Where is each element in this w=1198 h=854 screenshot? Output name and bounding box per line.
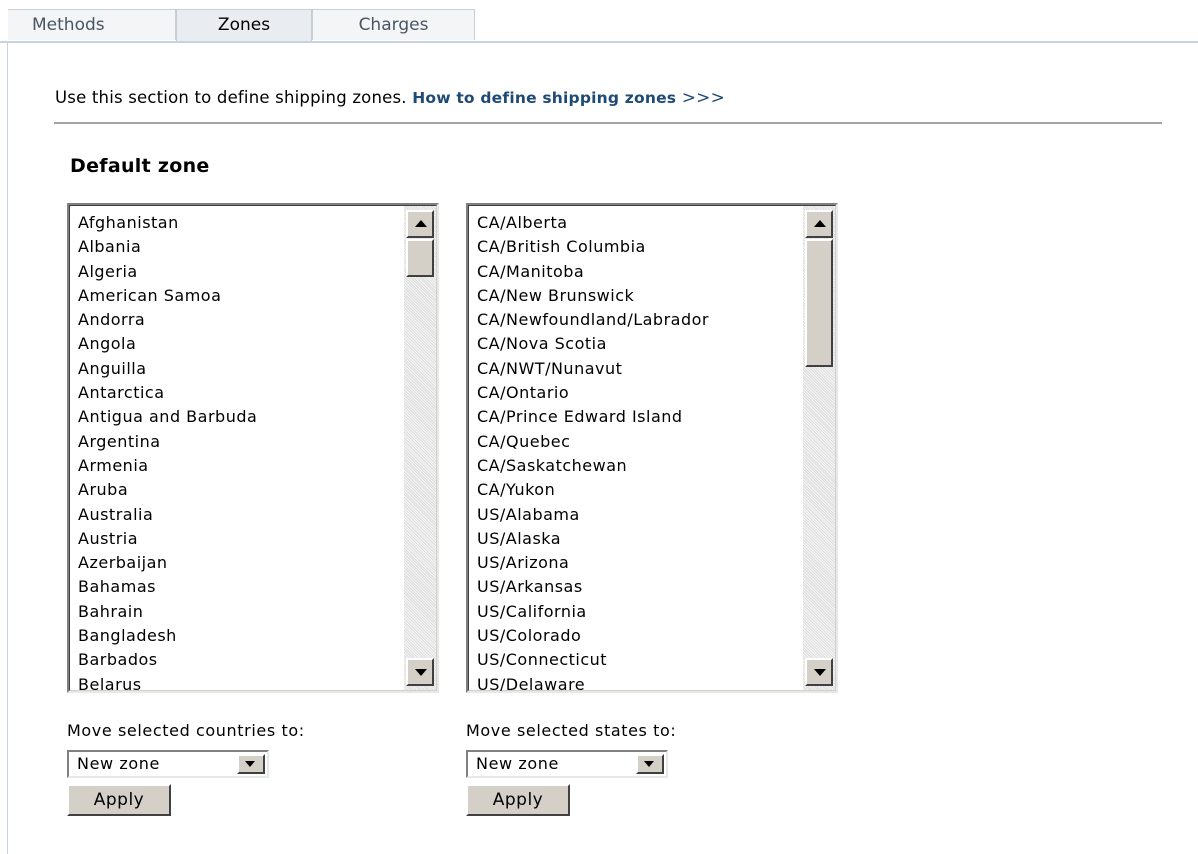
list-item[interactable]: Bahamas	[70, 575, 402, 599]
intro-description: Use this section to define shipping zone…	[55, 88, 407, 107]
states-listbox-frame: CA/Alberta CA/British Columbia CA/Manitoba…	[468, 205, 836, 691]
dropdown-button[interactable]	[636, 754, 664, 774]
countries-zone-select-value: New zone	[77, 754, 160, 773]
list-item[interactable]: American Samoa	[70, 284, 402, 308]
arrow-down-icon	[814, 669, 826, 676]
list-item[interactable]: Bahrain	[70, 600, 402, 624]
list-item[interactable]: CA/Yukon	[469, 478, 801, 502]
chevron-down-icon	[245, 761, 255, 767]
list-item[interactable]: Azerbaijan	[70, 551, 402, 575]
list-item[interactable]: CA/Saskatchewan	[469, 454, 801, 478]
states-zone-select-value: New zone	[476, 754, 559, 773]
zone-title: Default zone	[70, 155, 210, 177]
list-item[interactable]: Andorra	[70, 308, 402, 332]
list-item[interactable]: US/Colorado	[469, 624, 801, 648]
list-item[interactable]: Belarus	[70, 673, 402, 691]
list-item[interactable]: CA/Nova Scotia	[469, 332, 801, 356]
scroll-down-button[interactable]	[406, 658, 434, 686]
scroll-thumb[interactable]	[805, 239, 833, 367]
scroll-up-button[interactable]	[406, 210, 434, 238]
states-listbox[interactable]: CA/Alberta CA/British Columbia CA/Manitoba…	[466, 203, 838, 693]
list-item[interactable]: US/Arkansas	[469, 575, 801, 599]
arrow-up-icon	[415, 220, 427, 227]
list-item[interactable]: Australia	[70, 503, 402, 527]
scroll-up-button[interactable]	[805, 210, 833, 238]
apply-countries-button[interactable]: Apply	[67, 784, 171, 816]
arrow-up-icon	[814, 220, 826, 227]
list-item[interactable]: Antarctica	[70, 381, 402, 405]
section-divider	[54, 122, 1162, 124]
states-scrollbar[interactable]	[803, 206, 835, 690]
tabs-divider	[0, 41, 1198, 43]
list-item[interactable]: Armenia	[70, 454, 402, 478]
scroll-down-button[interactable]	[805, 658, 833, 686]
intro-text: Use this section to define shipping zone…	[55, 88, 725, 108]
list-item[interactable]: US/Delaware	[469, 673, 801, 691]
states-zone-select[interactable]: New zone	[466, 750, 668, 778]
move-states-label: Move selected states to:	[466, 721, 677, 740]
dropdown-button[interactable]	[237, 754, 265, 774]
list-item[interactable]: US/Arizona	[469, 551, 801, 575]
countries-scrollbar[interactable]	[404, 206, 436, 690]
list-item[interactable]: Austria	[70, 527, 402, 551]
list-item[interactable]: US/Alabama	[469, 503, 801, 527]
tab-charges[interactable]: Charges	[312, 9, 475, 40]
countries-listbox[interactable]: Afghanistan Albania Algeria American Samoa A…	[67, 203, 439, 693]
list-item[interactable]: Bangladesh	[70, 624, 402, 648]
list-item[interactable]: CA/NWT/Nunavut	[469, 357, 801, 381]
list-item[interactable]: Algeria	[70, 260, 402, 284]
list-item[interactable]: CA/Manitoba	[469, 260, 801, 284]
arrow-down-icon	[415, 669, 427, 676]
chevron-down-icon	[644, 761, 654, 767]
help-link-arrows[interactable]: >>>	[682, 88, 725, 108]
list-item[interactable]: Antigua and Barbuda	[70, 405, 402, 429]
help-link[interactable]: How to define shipping zones	[412, 89, 676, 107]
countries-listbox-frame: Afghanistan Albania Algeria American Samoa A…	[69, 205, 437, 691]
list-item[interactable]: Afghanistan	[70, 211, 402, 235]
panel-left-border	[7, 42, 8, 854]
list-item[interactable]: US/California	[469, 600, 801, 624]
list-item[interactable]: CA/New Brunswick	[469, 284, 801, 308]
list-item[interactable]: Albania	[70, 235, 402, 259]
list-item[interactable]: Angola	[70, 332, 402, 356]
list-item[interactable]: CA/Ontario	[469, 381, 801, 405]
scroll-thumb[interactable]	[406, 239, 434, 277]
states-list[interactable]: CA/Alberta CA/British Columbia CA/Manitoba…	[469, 211, 801, 691]
countries-list[interactable]: Afghanistan Albania Algeria American Samoa A…	[70, 211, 402, 691]
countries-zone-select[interactable]: New zone	[67, 750, 269, 778]
list-item[interactable]: CA/Newfoundland/Labrador	[469, 308, 801, 332]
list-item[interactable]: US/Connecticut	[469, 648, 801, 672]
list-item[interactable]: Argentina	[70, 430, 402, 454]
tab-zones[interactable]: Zones	[176, 9, 312, 42]
apply-states-button[interactable]: Apply	[466, 784, 570, 816]
list-item[interactable]: Aruba	[70, 478, 402, 502]
list-item[interactable]: Anguilla	[70, 357, 402, 381]
list-item[interactable]: CA/Prince Edward Island	[469, 405, 801, 429]
list-item[interactable]: US/Alaska	[469, 527, 801, 551]
tab-methods[interactable]: Methods	[8, 9, 176, 40]
move-countries-label: Move selected countries to:	[67, 721, 305, 740]
list-item[interactable]: Barbados	[70, 648, 402, 672]
list-item[interactable]: CA/Quebec	[469, 430, 801, 454]
list-item[interactable]: CA/British Columbia	[469, 235, 801, 259]
list-item[interactable]: CA/Alberta	[469, 211, 801, 235]
